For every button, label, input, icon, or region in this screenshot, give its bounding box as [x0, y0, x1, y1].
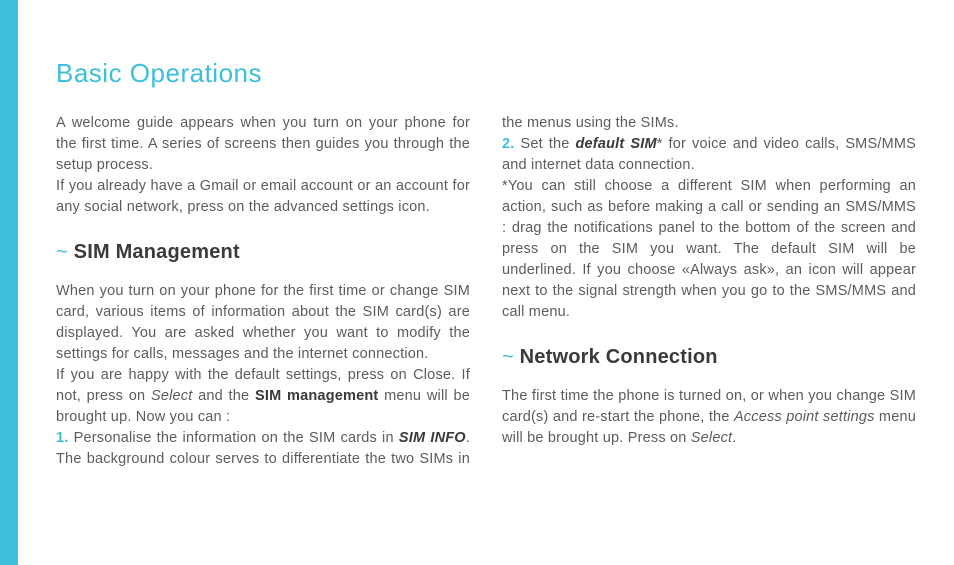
list-number-1: 1.	[56, 430, 69, 446]
intro-paragraph-2: If you already have a Gmail or email acc…	[56, 176, 470, 218]
text: .	[732, 430, 736, 446]
text: Personalise the information on the SIM c…	[69, 430, 399, 446]
body-columns: A welcome guide appears when you turn on…	[56, 113, 916, 470]
sim-paragraph-1: When you turn on your phone for the firs…	[56, 281, 470, 365]
select-label: Select	[151, 388, 193, 404]
sim-list-item-2: 2. Set the default SIM* for voice and vi…	[502, 134, 916, 176]
tilde-icon: ~	[502, 346, 514, 368]
section-heading-sim-text: SIM Management	[74, 241, 240, 263]
accent-bar	[0, 0, 18, 565]
list-number-2: 2.	[502, 136, 515, 152]
network-paragraph-1: The first time the phone is turned on, o…	[502, 386, 916, 449]
intro-paragraph-1: A welcome guide appears when you turn on…	[56, 113, 470, 176]
access-point-settings-label: Access point settings	[734, 409, 875, 425]
section-heading-network: ~ Network Connection	[502, 343, 916, 372]
sim-paragraph-2: If you are happy with the default settin…	[56, 365, 470, 428]
tilde-icon: ~	[56, 241, 68, 263]
sim-management-label: SIM management	[255, 388, 378, 404]
sim-info-label: SIM INFO	[399, 430, 466, 446]
document-page: Basic Operations A welcome guide appears…	[18, 0, 954, 565]
select-label: Select	[691, 430, 733, 446]
page-title: Basic Operations	[56, 58, 916, 89]
sim-note: *You can still choose a different SIM wh…	[502, 176, 916, 323]
section-heading-network-text: Network Connection	[520, 346, 718, 368]
text: Set the	[515, 136, 576, 152]
section-heading-sim: ~ SIM Management	[56, 238, 470, 267]
default-sim-label: default SIM	[575, 136, 656, 152]
text: and the	[192, 388, 255, 404]
